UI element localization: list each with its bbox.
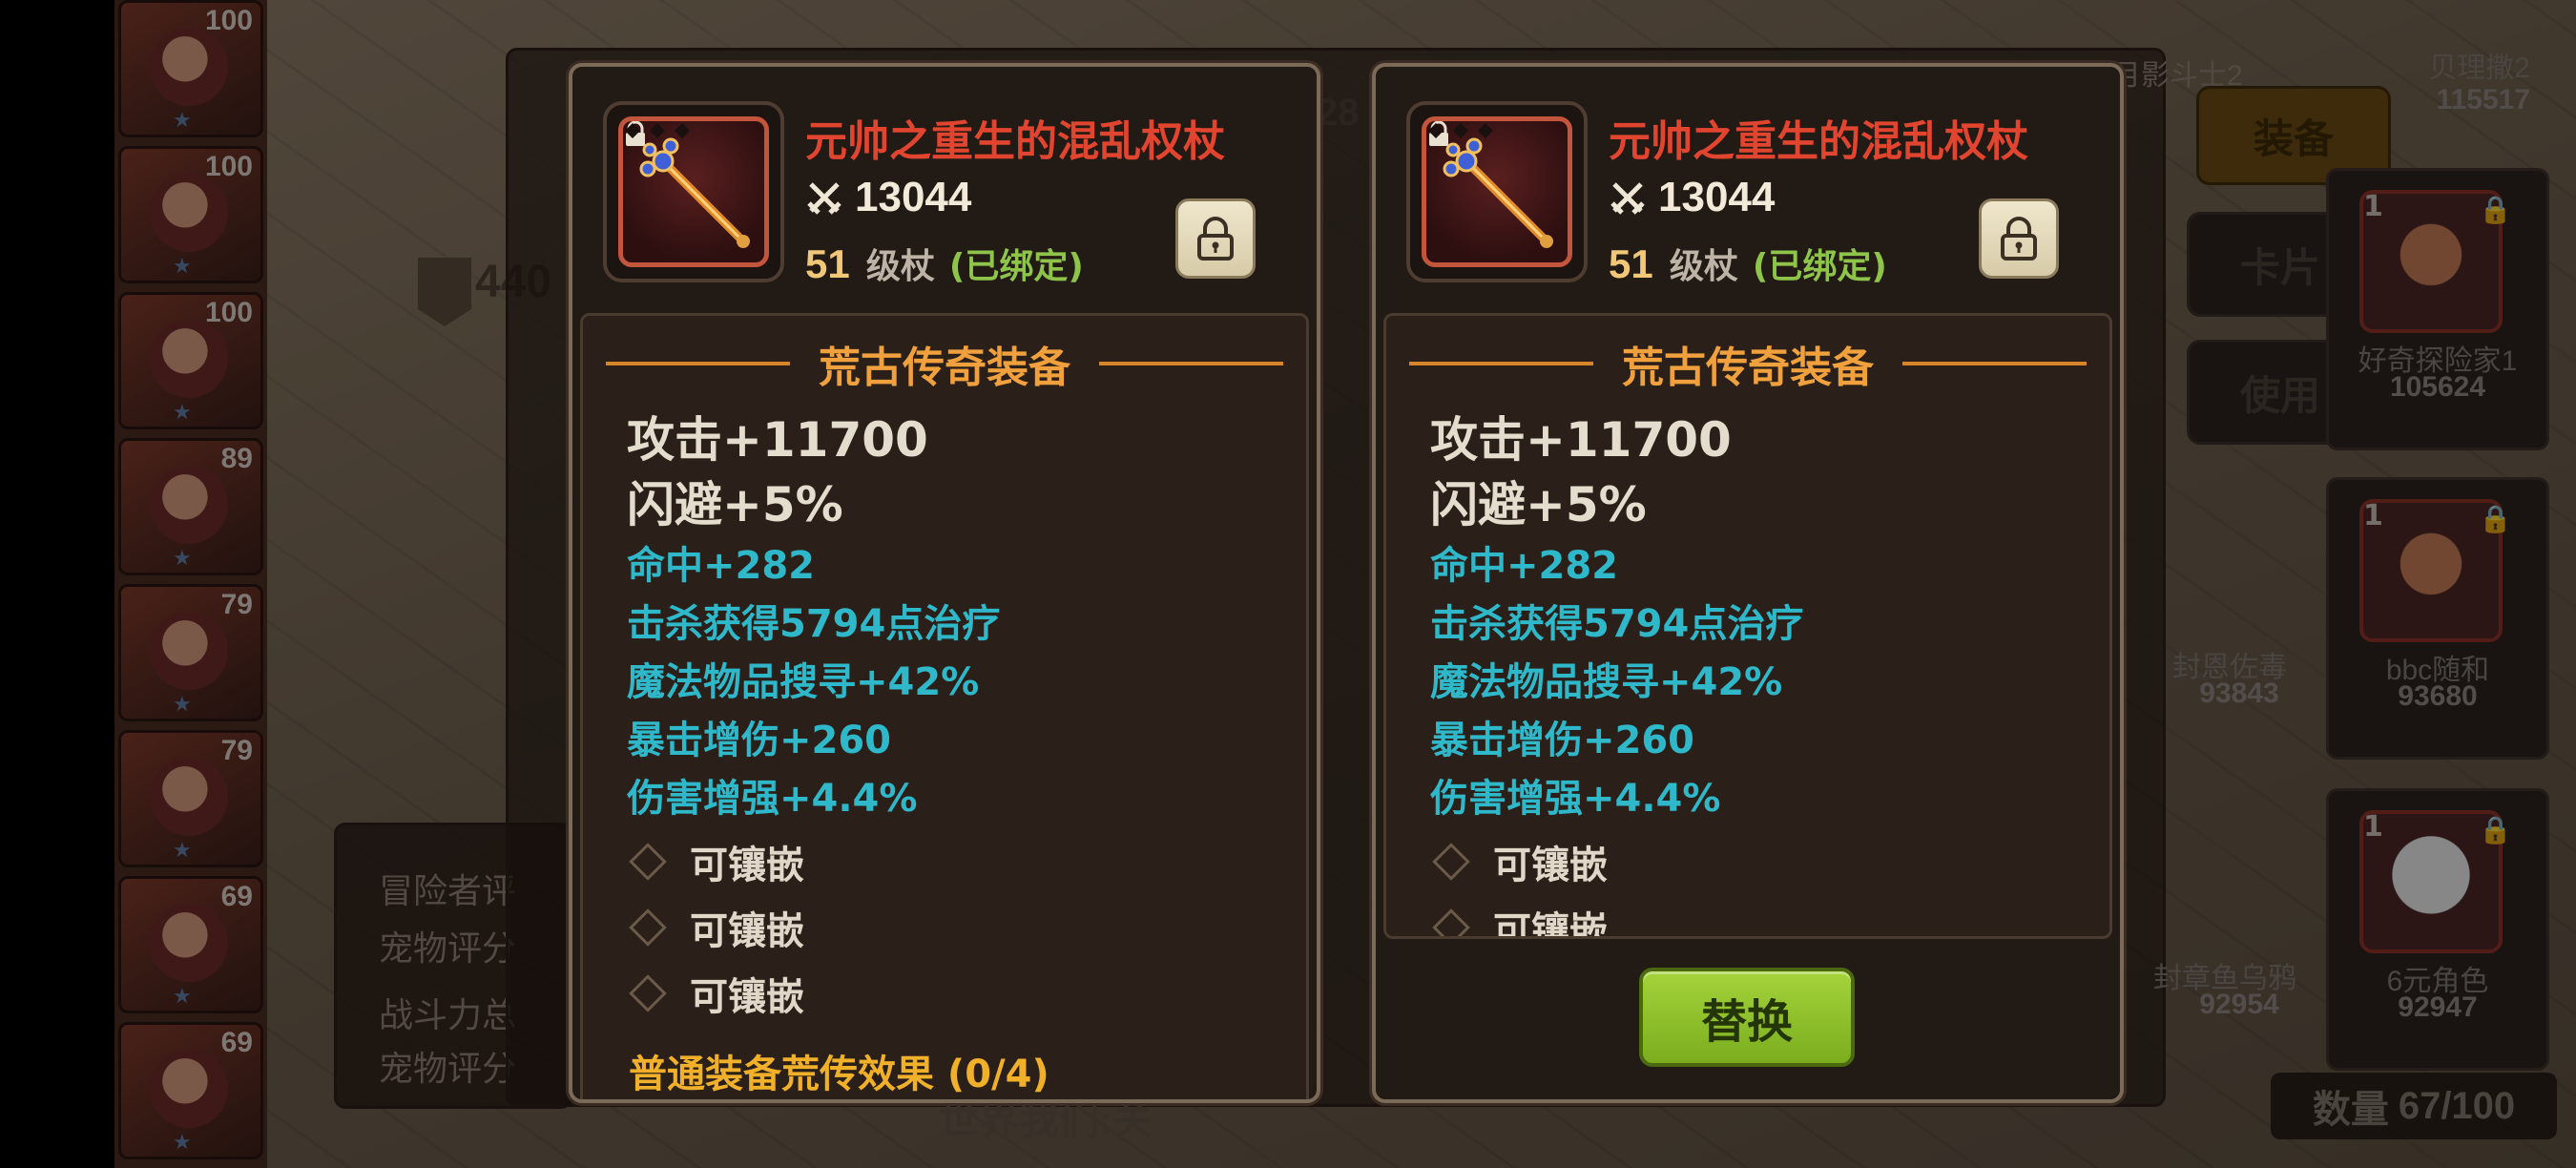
section-title: 荒古传奇装备 — [819, 344, 1070, 392]
item-tooltip-new: 元帅之重生的混乱权杖 13044 51 级杖 (已绑定) 荒古传奇装备 攻击+1… — [1372, 63, 2124, 1103]
main-attribute: 闪避+5% — [627, 477, 843, 532]
sub-attribute: 暴击增伤+260 — [627, 719, 892, 762]
socket-slot[interactable]: 可镶嵌 — [1430, 894, 1803, 939]
power-row: 13044 — [1609, 174, 1775, 221]
item-name: 元帅之重生的混乱权杖 — [1609, 117, 2028, 166]
socket-slot[interactable]: 可镶嵌 — [627, 894, 1000, 960]
item-power: 13044 — [855, 174, 972, 220]
socket-label: 可镶嵌 — [690, 843, 804, 887]
sub-attribute: 伤害增强+4.4% — [627, 777, 918, 821]
padlock-icon — [1197, 217, 1234, 261]
attribute-box[interactable]: 荒古传奇装备 攻击+11700 闪避+5% 命中+282 击杀获得5794点治疗… — [1383, 313, 2112, 939]
main-attribute: 攻击+11700 — [627, 412, 928, 468]
socket-slot[interactable]: 可镶嵌 — [627, 960, 1000, 1026]
item-level: 51 — [1609, 241, 1653, 286]
socket-label: 可镶嵌 — [1493, 843, 1608, 887]
item-icon — [1422, 116, 1572, 267]
sub-attribute: 魔法物品搜寻+42% — [627, 660, 980, 704]
bound-status: (已绑定) — [1752, 247, 1887, 286]
socket-label: 可镶嵌 — [690, 908, 804, 953]
rarity-diamonds — [625, 123, 690, 138]
socket-slot[interactable]: 可镶嵌 — [627, 828, 1000, 894]
divider — [606, 362, 790, 365]
socket-label: 可镶嵌 — [1493, 908, 1608, 939]
item-icon-frame — [603, 101, 784, 282]
sub-attribute: 击杀获得5794点治疗 — [1430, 602, 1804, 646]
section-title: 荒古传奇装备 — [1622, 344, 1874, 392]
bound-status: (已绑定) — [948, 247, 1084, 286]
lock-button[interactable] — [1175, 198, 1256, 279]
divider — [1409, 362, 1593, 365]
level-row: 51 级杖 (已绑定) — [805, 239, 1084, 288]
sub-attribute: 魔法物品搜寻+42% — [1430, 660, 1783, 704]
crossed-swords-icon — [807, 182, 841, 215]
rarity-diamonds — [1428, 123, 1493, 138]
sub-attribute: 命中+282 — [627, 544, 816, 588]
divider — [1099, 362, 1283, 365]
diamond-socket-icon — [629, 842, 667, 881]
set-effect: 普通装备荒传效果 (0/4) — [629, 1053, 1049, 1096]
item-name: 元帅之重生的混乱权杖 — [805, 117, 1225, 166]
socket-label: 可镶嵌 — [690, 974, 804, 1019]
sub-attribute: 暴击增伤+260 — [1430, 719, 1695, 762]
attribute-list: 攻击+11700 闪避+5% 命中+282 击杀获得5794点治疗 魔法物品搜寻… — [1430, 407, 1804, 939]
main-attribute: 攻击+11700 — [1430, 412, 1732, 468]
sub-attribute: 击杀获得5794点治疗 — [627, 602, 1001, 646]
item-type: 级杖 — [1669, 247, 1738, 286]
lock-button[interactable] — [1979, 198, 2059, 279]
attribute-box: 荒古传奇装备 攻击+11700 闪避+5% 命中+282 击杀获得5794点治疗… — [580, 313, 1309, 1099]
divider — [1902, 362, 2087, 365]
sub-attribute: 命中+282 — [1430, 544, 1619, 588]
replace-button[interactable]: 替换 — [1639, 968, 1855, 1067]
diamond-socket-icon — [629, 973, 667, 1012]
item-power: 13044 — [1658, 174, 1776, 220]
item-icon — [618, 116, 769, 267]
item-type: 级杖 — [865, 247, 935, 286]
socket-slot[interactable]: 可镶嵌 — [1430, 828, 1803, 894]
diamond-socket-icon — [1432, 907, 1470, 936]
level-row: 51 级杖 (已绑定) — [1609, 239, 1887, 288]
item-level: 51 — [805, 241, 850, 286]
section-header: 荒古传奇装备 — [1409, 333, 2087, 394]
sub-attribute: 伤害增强+4.4% — [1430, 777, 1721, 821]
diamond-socket-icon — [629, 907, 667, 947]
power-row: 13044 — [805, 174, 971, 221]
attribute-list: 攻击+11700 闪避+5% 命中+282 击杀获得5794点治疗 魔法物品搜寻… — [627, 407, 1000, 1026]
section-header: 荒古传奇装备 — [606, 333, 1283, 394]
modal-dimmer[interactable] — [114, 0, 2576, 1168]
item-icon-frame — [1406, 101, 1588, 282]
padlock-icon — [2001, 217, 2037, 261]
crossed-swords-icon — [1610, 182, 1645, 215]
item-tooltip-equipped: 元帅之重生的混乱权杖 13044 51 级杖 (已绑定) 荒古传奇装备 攻击+1… — [569, 63, 1320, 1103]
main-attribute: 闪避+5% — [1430, 477, 1647, 532]
diamond-socket-icon — [1432, 842, 1470, 881]
